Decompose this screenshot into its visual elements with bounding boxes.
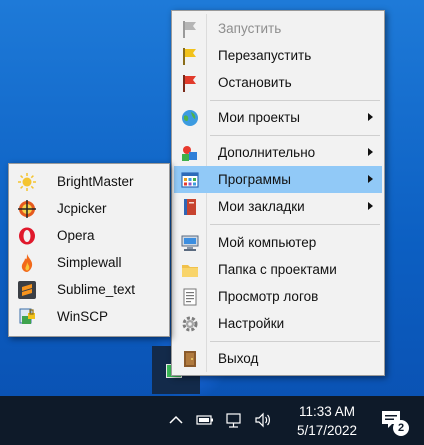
flame-icon (21, 254, 33, 272)
submenu-item-brightmaster[interactable]: BrightMaster (11, 168, 167, 195)
menu-item-label: Мои закладки (218, 199, 305, 214)
flag-red-icon (183, 75, 196, 92)
submenu-item-jcpicker[interactable]: Jcpicker (11, 195, 167, 222)
gear-icon (182, 316, 198, 332)
shapes-icon (182, 146, 197, 161)
taskbar-clock[interactable]: 11:33 AM 5/17/2022 (282, 402, 372, 440)
computer-icon (181, 235, 199, 251)
menu-item-additional[interactable]: Дополнительно (174, 139, 382, 166)
submenu-item-label: Sublime_text (57, 282, 136, 297)
sun-icon (18, 173, 36, 191)
menu-item-settings[interactable]: Настройки (174, 310, 382, 337)
menu-item-restart[interactable]: Перезапустить (174, 42, 382, 69)
menu-separator (210, 100, 380, 101)
menu-item-stop[interactable]: Остановить (174, 69, 382, 96)
menu-item-label: Мой компьютер (218, 235, 317, 250)
submenu-item-sublime-text[interactable]: Sublime_text (11, 276, 167, 303)
document-icon (183, 288, 197, 306)
programs-submenu: BrightMaster Jcpicker Opera Simplewall S… (8, 163, 170, 337)
clock-time: 11:33 AM (298, 404, 356, 419)
taskbar: 11:33 AM 5/17/2022 2 (0, 396, 424, 445)
menu-item-projects-folder[interactable]: Папка с проектами (174, 256, 382, 283)
network-icon[interactable] (224, 410, 244, 430)
menu-separator (210, 224, 380, 225)
winscp-icon (19, 308, 35, 324)
book-icon (184, 199, 196, 215)
menu-item-label: Настройки (218, 316, 285, 331)
menu-item-exit[interactable]: Выход (174, 345, 382, 372)
menu-item-my-projects[interactable]: Мои проекты (174, 104, 382, 131)
menu-item-label: Папка с проектами (218, 262, 337, 277)
opera-icon (19, 227, 35, 245)
globe-icon (182, 110, 198, 126)
menu-item-programs[interactable]: Программы (174, 166, 382, 193)
sublime-icon (18, 281, 36, 299)
submenu-item-simplewall[interactable]: Simplewall (11, 249, 167, 276)
chevron-up-icon[interactable] (166, 410, 186, 430)
menu-item-label: Остановить (218, 75, 292, 90)
submenu-item-label: Opera (57, 228, 95, 243)
menu-item-my-computer[interactable]: Мой компьютер (174, 229, 382, 256)
submenu-item-label: Simplewall (57, 255, 122, 270)
tray-context-menu: Запустить Перезапустить Остановить Мои п… (171, 10, 385, 376)
submenu-item-opera[interactable]: Opera (11, 222, 167, 249)
menu-separator (210, 341, 380, 342)
battery-icon[interactable] (195, 410, 215, 430)
clock-date: 5/17/2022 (296, 423, 358, 438)
crosshair-icon (18, 200, 36, 218)
menu-item-label: Перезапустить (218, 48, 312, 63)
flag-gray-icon (183, 21, 196, 38)
submenu-item-label: WinSCP (57, 309, 109, 324)
chevron-right-icon (368, 148, 373, 156)
menu-item-label: Дополнительно (218, 145, 316, 160)
menu-item-label: Мои проекты (218, 110, 300, 125)
exit-door-icon (184, 351, 196, 367)
chevron-right-icon (368, 175, 373, 183)
submenu-item-label: Jcpicker (57, 201, 107, 216)
chevron-right-icon (368, 202, 373, 210)
menu-item-start: Запустить (174, 15, 382, 42)
menu-item-label: Программы (218, 172, 291, 187)
menu-item-view-logs[interactable]: Просмотр логов (174, 283, 382, 310)
menu-separator (210, 135, 380, 136)
menu-item-label: Выход (218, 351, 259, 366)
folder-icon (182, 265, 198, 277)
menu-item-label: Запустить (218, 21, 282, 36)
volume-icon[interactable] (253, 410, 273, 430)
menu-item-label: Просмотр логов (218, 289, 319, 304)
window-grid-icon (181, 172, 199, 188)
chevron-right-icon (368, 113, 373, 121)
flag-yellow-icon (183, 48, 196, 65)
menu-item-bookmarks[interactable]: Мои закладки (174, 193, 382, 220)
submenu-item-winscp[interactable]: WinSCP (11, 303, 167, 330)
notification-badge: 2 (393, 420, 409, 436)
submenu-item-label: BrightMaster (57, 174, 134, 189)
